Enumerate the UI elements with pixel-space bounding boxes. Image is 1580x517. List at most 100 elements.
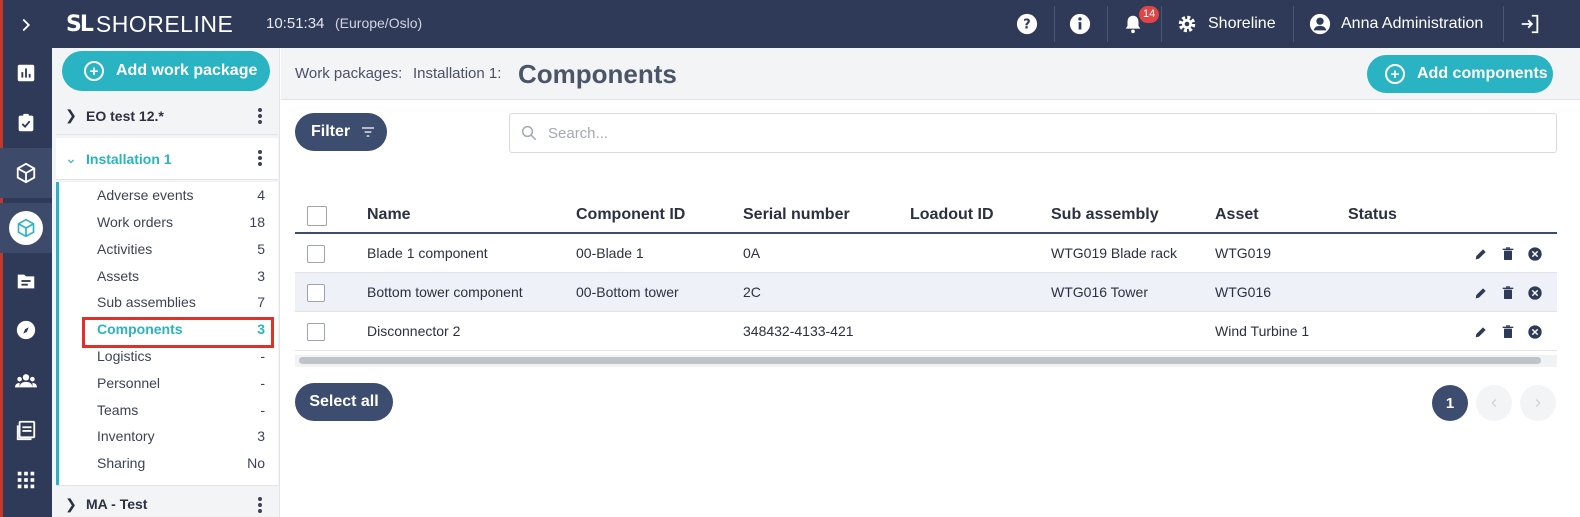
trash-icon[interactable] (1500, 285, 1516, 301)
components-table: Name Component ID Serial number Loadout … (295, 196, 1557, 351)
row-checkbox[interactable] (307, 284, 325, 302)
rail-active-indicator (9, 211, 43, 245)
kebab-menu-icon[interactable] (258, 108, 262, 126)
org-settings-button[interactable]: Shoreline (1176, 0, 1276, 48)
table-row[interactable]: Bottom tower component 00-Bottom tower 2… (295, 273, 1557, 312)
rail-documents[interactable] (0, 256, 52, 306)
column-header-serial-number[interactable]: Serial number (743, 206, 850, 224)
column-header-status[interactable]: Status (1348, 206, 1397, 224)
sidebar-item-teams[interactable]: Teams - (97, 397, 265, 423)
select-all-checkbox[interactable] (307, 206, 327, 226)
sidebar-item-label: Logistics (97, 348, 152, 364)
sidebar-item-personnel[interactable]: Personnel - (97, 370, 265, 396)
table-header: Name Component ID Serial number Loadout … (295, 196, 1557, 234)
info-button[interactable] (1069, 0, 1091, 48)
chevron-right-icon: ❯ (65, 495, 77, 512)
calendar-icon (16, 420, 36, 441)
rail-work-packages[interactable] (0, 203, 52, 253)
remove-circle-icon[interactable] (1527, 246, 1543, 262)
cell-sub-assembly: WTG019 Blade rack (1051, 245, 1178, 261)
user-name: Anna Administration (1341, 15, 1484, 32)
rail-navigation[interactable] (0, 305, 52, 355)
help-icon: ? (1016, 13, 1038, 35)
add-components-button[interactable]: + Add components (1367, 55, 1553, 93)
dashboard-icon (17, 64, 35, 82)
notifications-button[interactable]: 14 (1121, 0, 1160, 48)
column-header-component-id[interactable]: Component ID (576, 206, 685, 224)
add-work-package-label: Add work package (116, 62, 258, 79)
cell-name: Disconnector 2 (367, 323, 461, 339)
column-header-asset[interactable]: Asset (1215, 206, 1259, 224)
sidebar-item-activities[interactable]: Activities 5 (97, 236, 265, 262)
expanded-accent-stripe (56, 182, 59, 517)
column-header-sub-assembly[interactable]: Sub assembly (1051, 206, 1159, 224)
rail-dashboard[interactable] (0, 48, 52, 98)
clock-timezone: (Europe/Oslo) (335, 15, 423, 31)
search-box[interactable] (509, 113, 1557, 153)
table-row[interactable]: Disconnector 2 348432-4133-421 Wind Turb… (295, 312, 1557, 351)
rail-people[interactable] (0, 356, 52, 406)
row-actions (1473, 246, 1543, 262)
clock-time: 10:51:34 (266, 15, 325, 32)
sidebar-item-count: 18 (249, 214, 265, 230)
icon-rail (0, 0, 52, 517)
work-package-row[interactable]: ❯ MA - Test (56, 485, 278, 517)
chevron-right-icon (1535, 399, 1541, 407)
work-package-row[interactable]: ❯ EO test 12.* (56, 97, 278, 135)
rail-apps[interactable] (0, 455, 52, 505)
sidebar-item-work-orders[interactable]: Work orders 18 (97, 209, 265, 235)
rail-components[interactable] (0, 148, 52, 198)
column-header-name[interactable]: Name (367, 206, 411, 224)
sidebar-item-sharing[interactable]: Sharing No (97, 450, 265, 476)
logout-button[interactable] (1519, 0, 1541, 48)
help-button[interactable]: ? (1016, 0, 1038, 48)
work-package-sidebar: + Add work package ❯ EO test 12.* ⌄ Inst… (52, 48, 280, 517)
remove-circle-icon[interactable] (1527, 324, 1543, 340)
row-checkbox[interactable] (307, 323, 325, 341)
column-header-loadout-id[interactable]: Loadout ID (910, 206, 994, 224)
logout-icon (1521, 14, 1539, 34)
remove-circle-icon[interactable] (1527, 285, 1543, 301)
topbar-separator (1161, 6, 1162, 42)
work-package-row-expanded[interactable]: ⌄ Installation 1 (56, 138, 278, 180)
breadcrumb-installation[interactable]: Installation 1: (413, 65, 501, 82)
expand-rail-button[interactable] (0, 0, 52, 50)
page-number-button[interactable]: 1 (1432, 385, 1468, 421)
horizontal-scrollbar[interactable] (295, 355, 1557, 367)
user-menu-button[interactable]: Anna Administration (1309, 0, 1483, 48)
edit-pencil-icon[interactable] (1473, 285, 1489, 301)
chevron-right-icon (22, 18, 31, 32)
table-row[interactable]: Blade 1 component 00-Blade 1 0A WTG019 B… (295, 234, 1557, 273)
sidebar-item-adverse-events[interactable]: Adverse events 4 (97, 182, 265, 208)
page-header: Work packages: Installation 1: Component… (281, 48, 1580, 100)
info-icon (1069, 13, 1091, 35)
trash-icon[interactable] (1500, 324, 1516, 340)
sidebar-item-count: - (260, 375, 265, 391)
sidebar-item-inventory[interactable]: Inventory 3 (97, 423, 265, 449)
kebab-menu-icon[interactable] (258, 150, 262, 168)
breadcrumb-work-packages[interactable]: Work packages: (295, 65, 402, 82)
trash-icon[interactable] (1500, 246, 1516, 262)
add-work-package-button[interactable]: + Add work package (62, 51, 270, 91)
edit-pencil-icon[interactable] (1473, 324, 1489, 340)
next-page-button[interactable] (1520, 385, 1556, 421)
rail-tasks[interactable] (0, 98, 52, 148)
work-package-title: Installation 1 (86, 150, 172, 167)
rail-calendar[interactable] (0, 405, 52, 455)
filter-button[interactable]: Filter (295, 113, 387, 151)
select-all-button[interactable]: Select all (295, 383, 393, 421)
scrollbar-thumb[interactable] (299, 357, 1541, 364)
sidebar-item-count: 3 (257, 268, 265, 284)
edit-pencil-icon[interactable] (1473, 246, 1489, 262)
sidebar-item-sub-assemblies[interactable]: Sub assemblies 7 (97, 289, 265, 315)
sidebar-item-assets[interactable]: Assets 3 (97, 263, 265, 289)
search-input[interactable] (548, 124, 1508, 142)
folder-icon (17, 274, 35, 289)
cell-name: Blade 1 component (367, 245, 488, 261)
sidebar-item-label: Sharing (97, 455, 146, 471)
previous-page-button[interactable] (1476, 385, 1512, 421)
row-checkbox[interactable] (307, 245, 325, 263)
kebab-menu-icon[interactable] (258, 497, 262, 515)
shoreline-logo[interactable]: SL SHORELINE (66, 11, 233, 38)
cell-sub-assembly: WTG016 Tower (1051, 284, 1148, 300)
